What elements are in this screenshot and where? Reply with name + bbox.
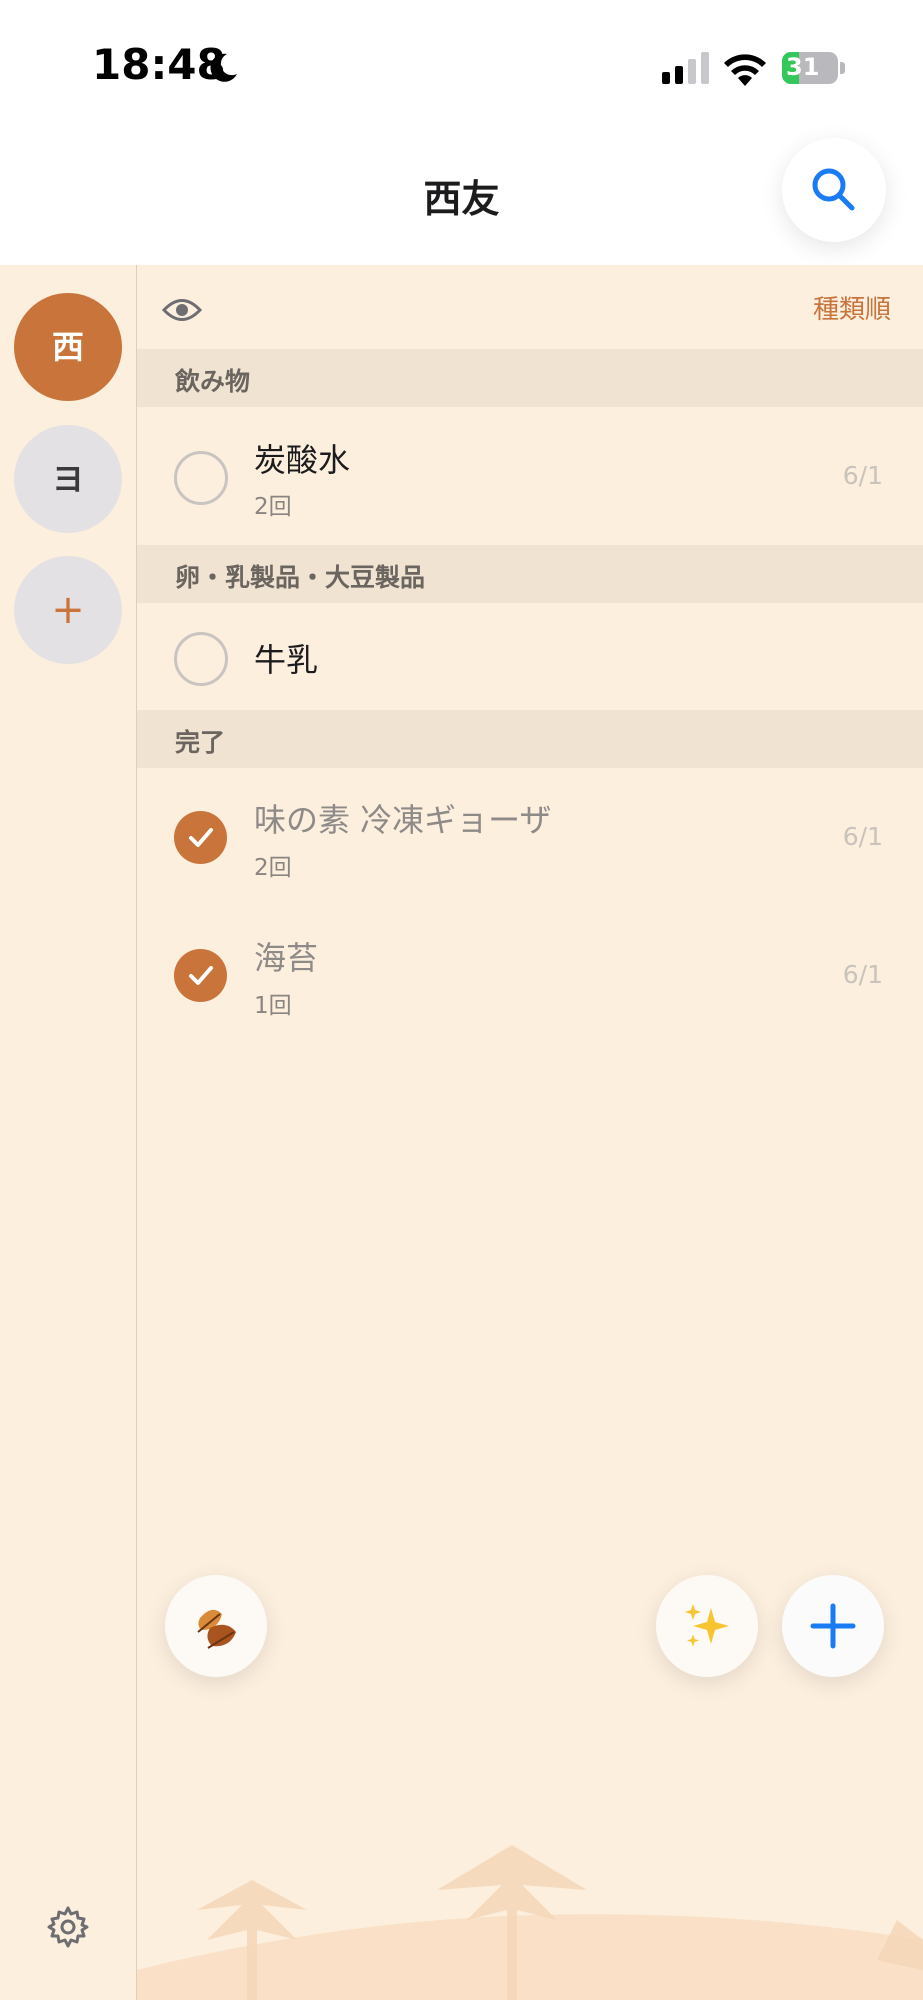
checkbox-unchecked[interactable] (174, 632, 228, 686)
list-sidebar: 西 ヨ + (0, 265, 137, 2000)
section-title: 完了 (175, 728, 226, 757)
navigation-header: 西友 (0, 130, 923, 265)
sort-button[interactable]: 種類順 (813, 289, 891, 326)
item-count: 2回 (254, 494, 292, 520)
fallen-leaf-icon (197, 1609, 236, 1649)
leaf-button[interactable] (165, 1575, 267, 1677)
checkbox-checked[interactable] (174, 811, 227, 864)
item-name: 炭酸水 (254, 441, 351, 479)
moon-icon (210, 53, 237, 82)
item-date: 6/1 (842, 960, 883, 989)
gear-icon[interactable] (46, 1905, 90, 1949)
search-icon (812, 168, 855, 211)
section-header: 飲み物 (137, 349, 923, 407)
list-avatar[interactable]: ヨ (14, 425, 122, 533)
item-date: 6/1 (842, 822, 883, 851)
section-title: 飲み物 (175, 367, 251, 396)
status-bar: 18:48 31 (0, 0, 923, 130)
item-name: 味の素 冷凍ギョーザ (254, 801, 552, 839)
section-title: 卵・乳製品・大豆製品 (175, 563, 426, 592)
content-area: 西 ヨ + 種類順 飲み物 炭酸水 2回 6/1 卵・乳製品・大豆製品 牛乳 完… (0, 265, 923, 2000)
plus-icon (810, 1603, 856, 1649)
item-name: 海苔 (254, 939, 319, 977)
shopping-list: 種類順 飲み物 炭酸水 2回 6/1 卵・乳製品・大豆製品 牛乳 完了 味の素 … (137, 265, 923, 2000)
wifi-icon (724, 54, 766, 86)
checkmark-icon (189, 966, 213, 985)
add-item-button[interactable] (782, 1575, 884, 1677)
list-avatar-active[interactable]: 西 (14, 293, 122, 401)
checkbox-checked[interactable] (174, 949, 227, 1002)
list-item[interactable]: 炭酸水 2回 6/1 (137, 407, 923, 545)
sparkles-icon (685, 1604, 729, 1647)
battery-percent: 31 (786, 53, 820, 81)
suggestions-button[interactable] (656, 1575, 758, 1677)
add-list-button[interactable]: + (14, 556, 122, 664)
battery-indicator: 31 (782, 52, 846, 84)
list-item[interactable]: 牛乳 (137, 603, 923, 710)
cellular-signal-icon (662, 52, 709, 84)
eye-icon[interactable] (162, 297, 202, 323)
decorative-landscape (137, 1845, 923, 2000)
item-date: 6/1 (842, 461, 883, 490)
item-count: 2回 (254, 855, 292, 881)
list-item[interactable]: 海苔 1回 6/1 (137, 906, 923, 1044)
section-header: 卵・乳製品・大豆製品 (137, 545, 923, 603)
checkbox-unchecked[interactable] (174, 451, 228, 505)
checkmark-icon (189, 828, 213, 847)
item-name: 牛乳 (254, 641, 319, 679)
search-button[interactable] (782, 138, 886, 242)
section-header: 完了 (137, 710, 923, 768)
list-item[interactable]: 味の素 冷凍ギョーザ 2回 6/1 (137, 768, 923, 906)
item-count: 1回 (254, 993, 292, 1019)
